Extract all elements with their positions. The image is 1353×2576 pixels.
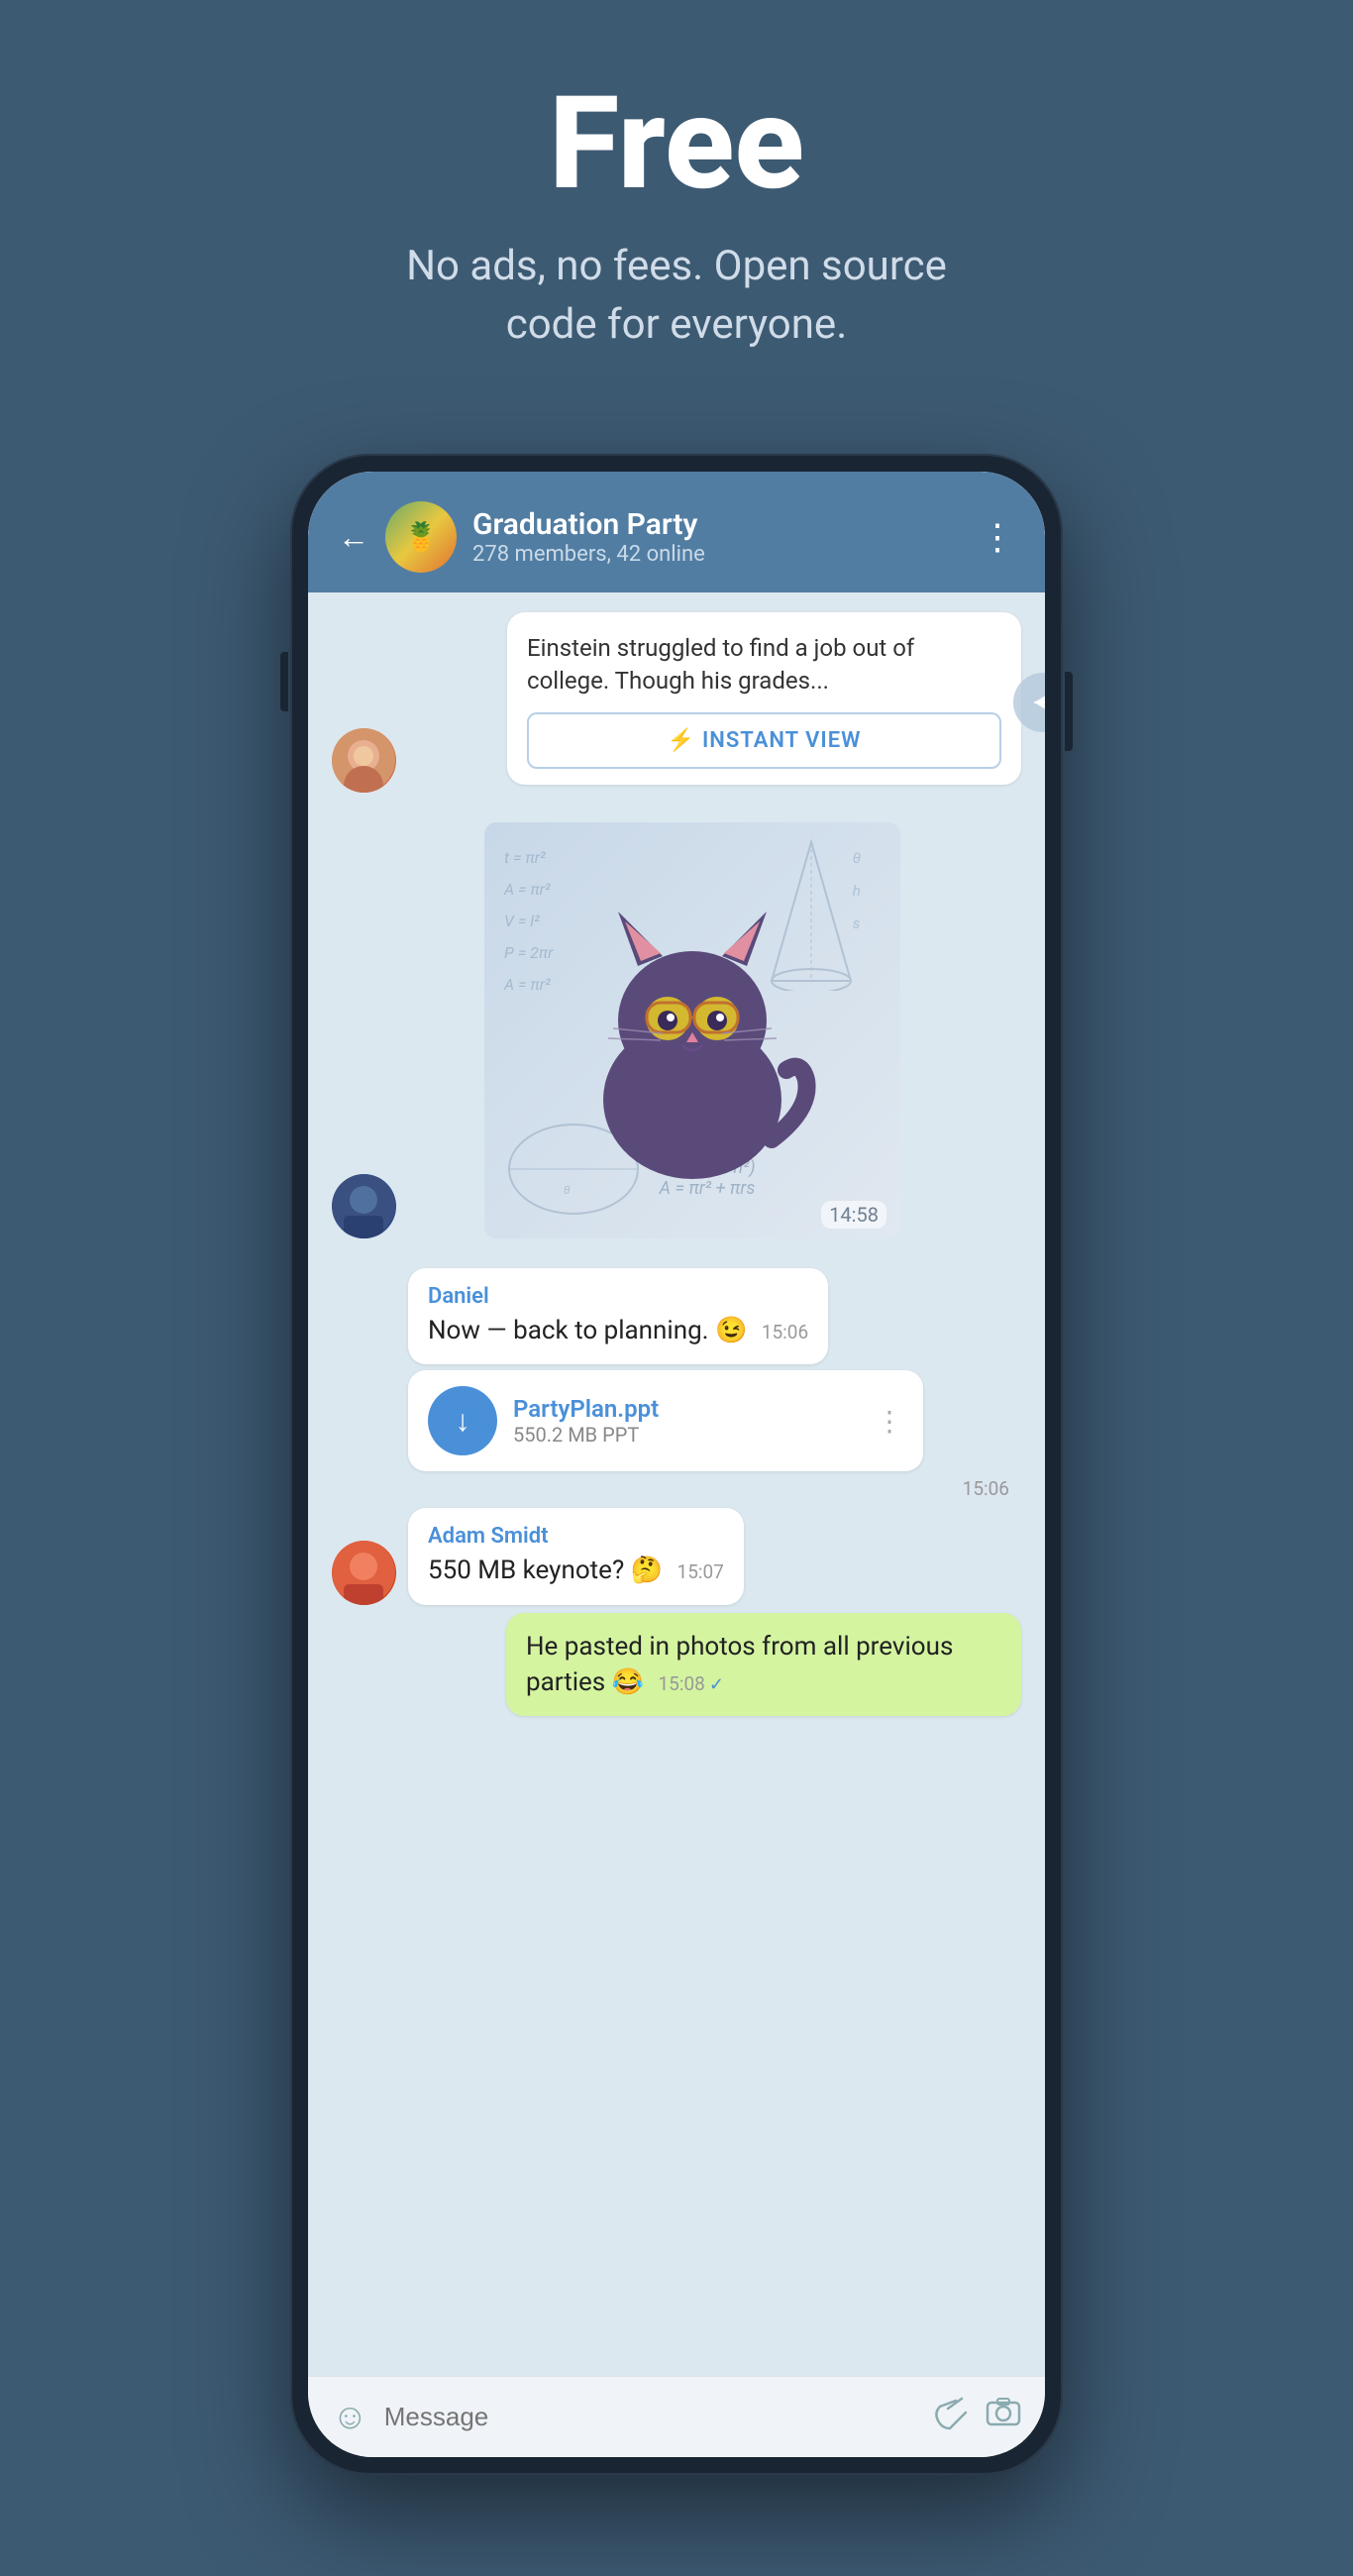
- back-button[interactable]: ←: [338, 518, 369, 556]
- hero-subtitle: No ads, no fees. Open sourcecode for eve…: [40, 238, 1313, 355]
- daniel-text: Now — back to planning. 😉 15:06: [428, 1313, 808, 1348]
- cat-sticker-svg: [554, 872, 831, 1189]
- checkmark-icon: ✓: [709, 1674, 724, 1695]
- group-name: Graduation Party: [472, 507, 964, 542]
- article-message-row: Einstein struggled to find a job out of …: [332, 612, 1021, 793]
- outgoing-message-row: He pasted in photos from all previous pa…: [332, 1613, 1021, 1717]
- group-members: 278 members, 42 online: [472, 542, 964, 567]
- chat-body: Einstein struggled to find a job out of …: [308, 592, 1045, 2376]
- daniel-message: Daniel Now — back to planning. 😉 15:06: [408, 1268, 828, 1364]
- instant-view-label: INSTANT VIEW: [702, 728, 862, 753]
- adam-name: Adam Smidt: [428, 1524, 724, 1549]
- outgoing-message: He pasted in photos from all previous pa…: [506, 1613, 1021, 1717]
- sticker-avatar-space: [332, 1174, 396, 1238]
- file-time: 15:06: [408, 1477, 1021, 1500]
- group-info: Graduation Party 278 members, 42 online: [472, 507, 964, 567]
- file-size: 550.2 MB PPT: [513, 1423, 860, 1447]
- article-message: Einstein struggled to find a job out of …: [507, 612, 1021, 785]
- file-info: PartyPlan.ppt 550.2 MB PPT: [513, 1395, 860, 1447]
- download-button[interactable]: ↓: [428, 1386, 497, 1455]
- more-options-button[interactable]: ⋮: [980, 516, 1015, 558]
- adam-message: Adam Smidt 550 MB keynote? 🤔 15:07: [408, 1508, 744, 1604]
- file-message: ↓ PartyPlan.ppt 550.2 MB PPT ⋮: [408, 1370, 923, 1471]
- chat-app: ← 🍍 Graduation Party 278 members, 42 onl…: [308, 472, 1045, 2457]
- group-avatar: 🍍: [385, 501, 457, 573]
- sticker-area: t = πr² A = πr² V = l² P = 2πr A = πr² θ…: [332, 822, 1021, 1238]
- chat-header: ← 🍍 Graduation Party 278 members, 42 onl…: [308, 472, 1045, 592]
- camera-button[interactable]: [986, 2395, 1021, 2439]
- attach-button[interactable]: [934, 2395, 970, 2439]
- adam-text: 550 MB keynote? 🤔 15:07: [428, 1553, 724, 1588]
- phone-wrapper: ← 🍍 Graduation Party 278 members, 42 onl…: [290, 454, 1063, 2475]
- adam-time: 15:07: [677, 1560, 724, 1583]
- lightning-icon: ⚡: [668, 728, 694, 753]
- adam-message-row: Adam Smidt 550 MB keynote? 🤔 15:07: [332, 1508, 1021, 1604]
- sticker-sender-avatar: [332, 1174, 396, 1238]
- avatar-image: 🍍: [385, 501, 457, 573]
- daniel-name: Daniel: [428, 1284, 808, 1309]
- instant-view-button[interactable]: ⚡ INSTANT VIEW: [527, 712, 1001, 769]
- sticker-time: 14:58: [821, 1201, 886, 1229]
- hero-title: Free: [40, 79, 1313, 208]
- daniel-message-row: Daniel Now — back to planning. 😉 15:06: [332, 1268, 1021, 1364]
- phone-inner: ← 🍍 Graduation Party 278 members, 42 onl…: [308, 472, 1045, 2457]
- hero-section: Free No ads, no fees. Open sourcecode fo…: [0, 0, 1353, 414]
- daniel-time: 15:06: [762, 1321, 808, 1343]
- outgoing-time: 15:08: [659, 1672, 705, 1695]
- phone-outer: ← 🍍 Graduation Party 278 members, 42 onl…: [290, 454, 1063, 2475]
- outgoing-text: He pasted in photos from all previous pa…: [526, 1629, 1001, 1701]
- emoji-button[interactable]: ☺: [332, 2396, 368, 2437]
- article-content: Einstein struggled to find a job out of …: [507, 612, 1021, 785]
- sticker-container: t = πr² A = πr² V = l² P = 2πr A = πr² θ…: [484, 822, 900, 1238]
- adam-avatar: [332, 1541, 396, 1605]
- file-more-button[interactable]: ⋮: [876, 1405, 903, 1438]
- message-input[interactable]: [384, 2402, 918, 2432]
- article-message-container: Einstein struggled to find a job out of …: [408, 612, 1021, 793]
- math-formulas: t = πr² A = πr² V = l² P = 2πr A = πr²: [504, 842, 553, 1001]
- article-sender-avatar: [332, 728, 396, 793]
- article-text: Einstein struggled to find a job out of …: [527, 632, 1001, 698]
- sticker-background: t = πr² A = πr² V = l² P = 2πr A = πr² θ…: [484, 822, 900, 1238]
- file-message-wrapper: ↓ PartyPlan.ppt 550.2 MB PPT ⋮ 15:06: [332, 1370, 1021, 1500]
- chat-input-bar: ☺: [308, 2376, 1045, 2457]
- file-name: PartyPlan.ppt: [513, 1395, 860, 1423]
